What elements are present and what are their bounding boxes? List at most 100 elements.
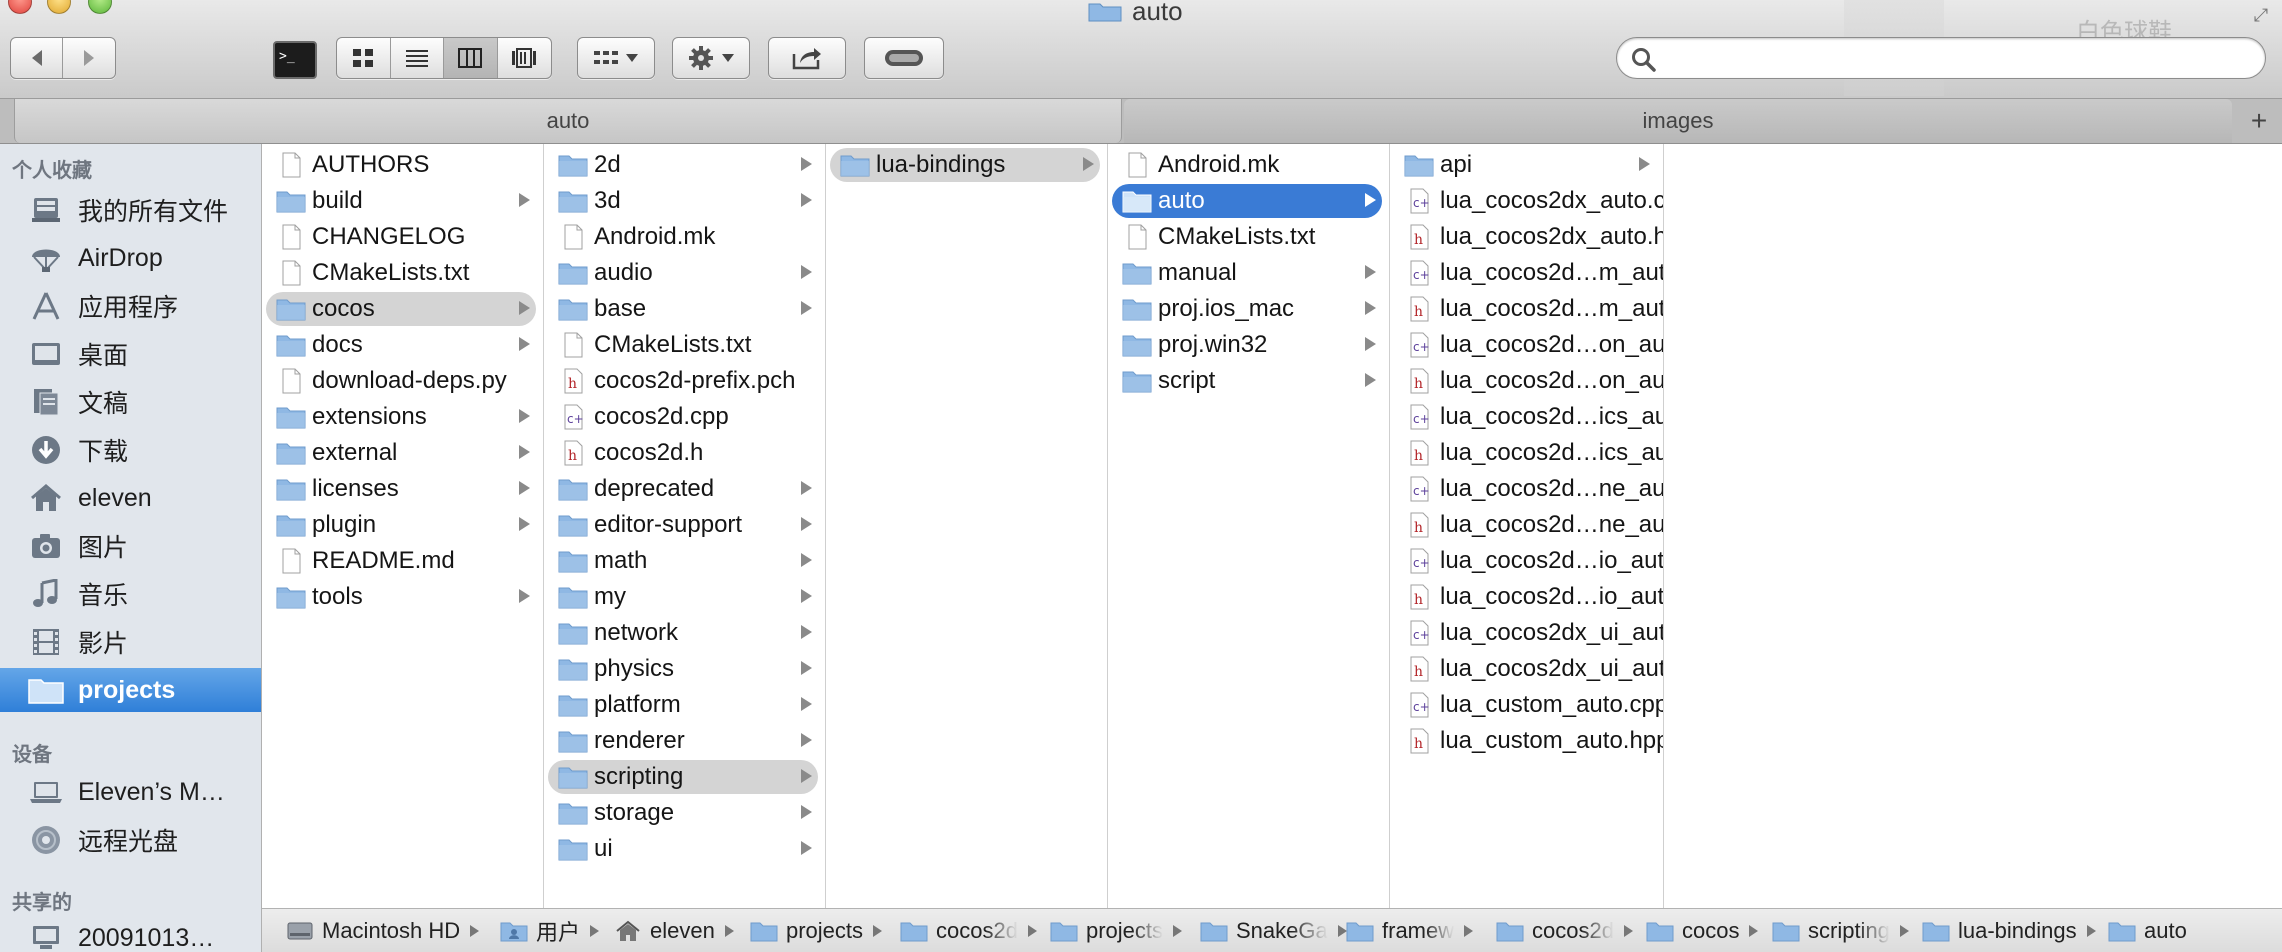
cover-flow-button[interactable] xyxy=(498,38,552,78)
file-row[interactable]: c+ lua_cocos2dx_auto.cpp xyxy=(1394,184,1663,218)
file-row[interactable]: h lua_cocos2d…ics_auto.hpp xyxy=(1394,436,1663,470)
sidebar-item-downloads[interactable]: 下载 xyxy=(0,428,261,472)
file-row[interactable]: h lua_custom_auto.hpp xyxy=(1394,724,1663,758)
file-row[interactable]: AUTHORS xyxy=(266,148,536,182)
path-crumb[interactable]: cocos xyxy=(1646,909,1759,952)
file-row[interactable]: c+ lua_custom_auto.cpp xyxy=(1394,688,1663,722)
file-row[interactable]: h cocos2d-prefix.pch xyxy=(548,364,818,398)
fullscreen-icon[interactable]: ⤢ xyxy=(2250,4,2272,26)
path-crumb[interactable]: lua-bindings xyxy=(1922,909,2096,952)
sidebar-item-remote-disc[interactable]: 远程光盘 xyxy=(0,818,261,862)
file-row[interactable]: c+ lua_cocos2dx_ui_auto.cpp xyxy=(1394,616,1663,650)
file-row[interactable]: Android.mk xyxy=(548,220,818,254)
arrange-button[interactable] xyxy=(577,37,655,79)
file-row[interactable]: h cocos2d.h xyxy=(548,436,818,470)
icon-view-button[interactable] xyxy=(337,38,391,78)
folder-row[interactable]: network xyxy=(548,616,818,650)
search-field[interactable] xyxy=(1616,37,2266,79)
folder-row[interactable]: physics xyxy=(548,652,818,686)
folder-row[interactable]: lua-bindings xyxy=(830,148,1100,182)
back-button[interactable] xyxy=(11,38,63,78)
file-row[interactable]: CHANGELOG xyxy=(266,220,536,254)
file-row[interactable]: CMakeLists.txt xyxy=(266,256,536,290)
sidebar-item-airdrop[interactable]: AirDrop xyxy=(0,236,261,280)
folder-row[interactable]: proj.win32 xyxy=(1112,328,1382,362)
folder-row[interactable]: scripting xyxy=(548,760,818,794)
file-row[interactable]: c+ lua_cocos2d…io_auto.cpp xyxy=(1394,544,1663,578)
sidebar-item-all-files[interactable]: 我的所有文件 xyxy=(0,188,261,232)
column-view-button[interactable] xyxy=(444,38,498,78)
add-tab-button[interactable]: + xyxy=(2236,99,2282,143)
close-window-button[interactable] xyxy=(8,0,32,14)
sidebar-item-movies[interactable]: 影片 xyxy=(0,620,261,664)
folder-row[interactable]: 2d xyxy=(548,148,818,182)
folder-row[interactable]: manual xyxy=(1112,256,1382,290)
folder-row[interactable]: script xyxy=(1112,364,1382,398)
tab-images[interactable]: images xyxy=(1124,99,2232,143)
folder-row[interactable]: renderer xyxy=(548,724,818,758)
file-row[interactable]: README.md xyxy=(266,544,536,578)
folder-row[interactable]: editor-support xyxy=(548,508,818,542)
folder-row[interactable]: storage xyxy=(548,796,818,830)
path-crumb[interactable]: projects xyxy=(1050,909,1183,952)
file-row[interactable]: h lua_cocos2d…ne_auto.hpp xyxy=(1394,508,1663,542)
folder-row[interactable]: external xyxy=(266,436,536,470)
path-crumb[interactable]: auto xyxy=(2108,909,2187,952)
file-row[interactable]: h lua_cocos2dx_auto.hpp xyxy=(1394,220,1663,254)
folder-row[interactable]: docs xyxy=(266,328,536,362)
path-crumb[interactable]: 用户 xyxy=(500,909,600,952)
folder-row[interactable]: build xyxy=(266,184,536,218)
action-button[interactable] xyxy=(672,37,750,79)
sidebar-item-network-computer[interactable]: 20091013… xyxy=(0,916,261,952)
file-row[interactable]: Android.mk xyxy=(1112,148,1382,182)
path-crumb[interactable]: cocos2d xyxy=(1496,909,1633,952)
path-crumb[interactable]: Macintosh HD xyxy=(286,909,480,952)
file-row[interactable]: h lua_cocos2d…io_auto.hpp xyxy=(1394,580,1663,614)
sidebar-item-documents[interactable]: 文稿 xyxy=(0,380,261,424)
search-input[interactable] xyxy=(1669,44,2249,72)
sidebar-item-applications[interactable]: 应用程序 xyxy=(0,284,261,328)
path-crumb[interactable]: eleven xyxy=(614,909,734,952)
folder-row[interactable]: cocos xyxy=(266,292,536,326)
file-row[interactable]: c+ cocos2d.cpp xyxy=(548,400,818,434)
file-row[interactable]: CMakeLists.txt xyxy=(548,328,818,362)
tab-auto[interactable]: auto xyxy=(14,99,1122,143)
terminal-icon[interactable]: >_ xyxy=(273,41,317,79)
folder-row[interactable]: ui xyxy=(548,832,818,866)
file-row[interactable]: CMakeLists.txt xyxy=(1112,220,1382,254)
file-row[interactable]: download-deps.py xyxy=(266,364,536,398)
folder-row[interactable]: audio xyxy=(548,256,818,290)
folder-row[interactable]: base xyxy=(548,292,818,326)
sidebar-item-projects[interactable]: projects xyxy=(0,668,261,712)
folder-row[interactable]: api xyxy=(1394,148,1656,182)
forward-button[interactable] xyxy=(63,38,115,78)
folder-row[interactable]: plugin xyxy=(266,508,536,542)
sidebar-item-elevens-mac[interactable]: Eleven’s M… xyxy=(0,770,261,814)
path-crumb[interactable]: framew xyxy=(1346,909,1474,952)
file-row[interactable]: h lua_cocos2d…m_auto.hpp xyxy=(1394,292,1663,326)
folder-row[interactable]: 3d xyxy=(548,184,818,218)
path-crumb[interactable]: cocos2d xyxy=(900,909,1037,952)
folder-row[interactable]: licenses xyxy=(266,472,536,506)
path-crumb[interactable]: projects xyxy=(750,909,883,952)
file-row[interactable]: c+ lua_cocos2d…m_auto.cpp xyxy=(1394,256,1663,290)
folder-row[interactable]: proj.ios_mac xyxy=(1112,292,1382,326)
file-row[interactable]: c+ lua_cocos2d…ics_auto.cpp xyxy=(1394,400,1663,434)
list-view-button[interactable] xyxy=(391,38,444,78)
file-row[interactable]: h lua_cocos2d…on_auto.hpp xyxy=(1394,364,1663,398)
sidebar-item-desktop[interactable]: 桌面 xyxy=(0,332,261,376)
sidebar-item-pictures[interactable]: 图片 xyxy=(0,524,261,568)
folder-row[interactable]: deprecated xyxy=(548,472,818,506)
folder-row[interactable]: platform xyxy=(548,688,818,722)
folder-row[interactable]: auto xyxy=(1112,184,1382,218)
folder-row[interactable]: extensions xyxy=(266,400,536,434)
zoom-window-button[interactable] xyxy=(88,0,112,14)
minimize-window-button[interactable] xyxy=(47,0,71,14)
folder-row[interactable]: tools xyxy=(266,580,536,614)
folder-row[interactable]: my xyxy=(548,580,818,614)
file-row[interactable]: c+ lua_cocos2d…ne_auto.cpp xyxy=(1394,472,1663,506)
folder-row[interactable]: math xyxy=(548,544,818,578)
share-button[interactable] xyxy=(768,37,846,79)
path-crumb[interactable]: scripting xyxy=(1772,909,1909,952)
toggle-toolbar-button[interactable] xyxy=(864,37,944,79)
